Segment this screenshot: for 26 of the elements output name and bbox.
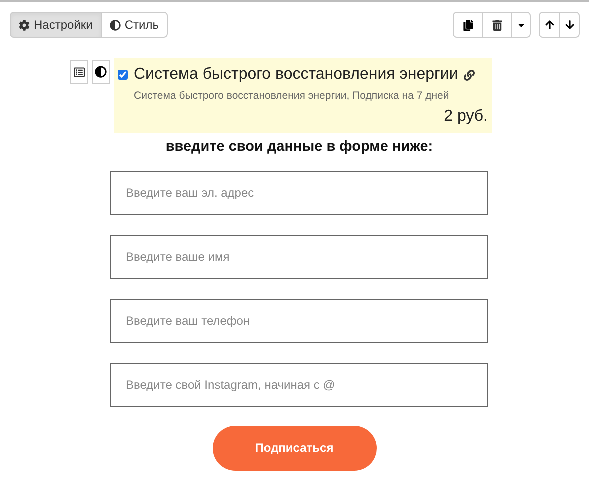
product-price: 2 руб. (444, 106, 488, 127)
tab[interactable]: Настройки (10, 12, 102, 38)
input-field[interactable]: Введите ваш телефон (110, 298, 488, 342)
contrast-icon (110, 20, 121, 30)
input-field[interactable]: Введите свой Instagram, начиная с @ (110, 362, 488, 406)
input-field[interactable]: Введите ваш эл. адрес (110, 170, 488, 214)
contrast-button[interactable] (92, 60, 110, 84)
product-checkbox[interactable] (118, 70, 128, 80)
gear-icon (19, 20, 30, 30)
form-button[interactable] (70, 60, 88, 84)
product-title: Система быстрого восстановления энергии (134, 65, 458, 85)
link-icon (464, 70, 476, 80)
copy-button[interactable] (453, 12, 483, 38)
move-down-button[interactable] (559, 12, 580, 38)
list-icon (74, 66, 84, 78)
input-field[interactable]: Введите ваше имя (110, 234, 488, 278)
move-up-button[interactable] (539, 12, 560, 38)
form-heading: введите свои данные в форме ниже: (166, 138, 434, 157)
product-subtitle: Система быстрого восстановления энергии, Подписка на 7 дней (134, 89, 450, 104)
arrow-up-icon (544, 20, 554, 30)
delete-button[interactable] (482, 12, 512, 38)
arrow-down-icon (564, 20, 574, 30)
copy-icon (462, 20, 474, 30)
trash-icon (492, 20, 502, 30)
tab[interactable]: Стиль (100, 12, 168, 38)
contrast-icon (95, 66, 107, 78)
